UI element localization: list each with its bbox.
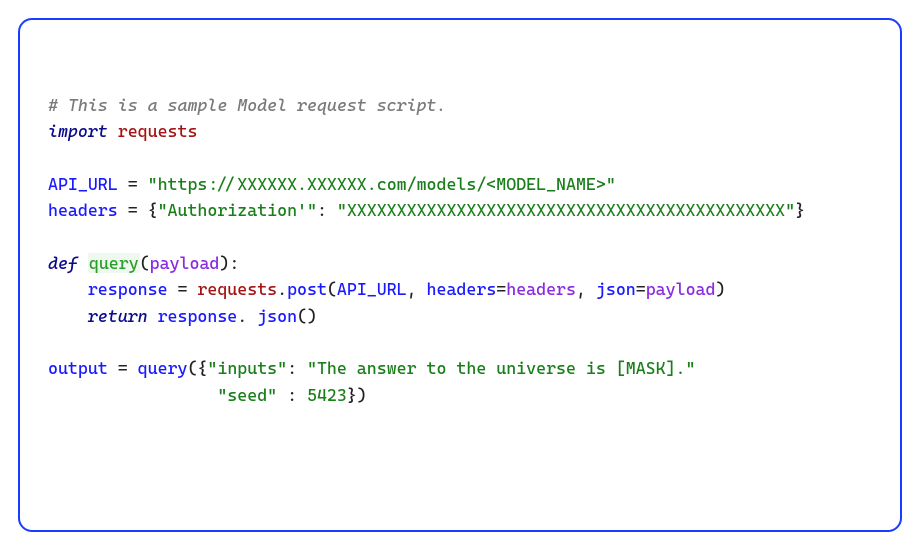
kw-json: json [596,279,636,299]
arg-apiurl: API_URL [337,279,407,299]
json-call: json [247,306,297,326]
code-line-output: output = query({"inputs": "The answer to… [48,355,872,381]
code-line-return: return response. json() [48,303,872,329]
response-var: response [88,279,168,299]
headers-open: = { [118,200,158,220]
code-line-response: response = requests.post(API_URL, header… [48,276,872,302]
headers-val: "XXXXXXXXXXXXXXXXXXXXXXXXXXXXXXXXXXXXXXX… [337,200,795,220]
comma: , [576,279,596,299]
output-var: output [48,358,108,378]
fn-close-paren: ): [219,253,239,273]
code-line-import: import requests [48,118,872,144]
kw-eq: = [496,279,506,299]
post-open: ( [327,279,337,299]
requests-obj: requests [197,279,277,299]
eq-op: = [108,358,138,378]
seed-key: "seed" [217,385,277,405]
response-obj: response [158,306,238,326]
post-close: ) [715,279,725,299]
inputs-val: "The answer to the universe is [MASK]." [307,358,695,378]
indent [48,279,88,299]
query-close: }) [347,385,367,405]
code-panel: # This is a sample Model request script.… [18,18,902,532]
kw-eq: = [636,279,646,299]
code-line-comment: # This is a sample Model request script. [48,92,872,118]
def-keyword: def [48,253,78,273]
import-module: requests [118,121,198,141]
apiurl-var: API_URL [48,174,118,194]
code-line-headers: headers = {"Authorization'": "XXXXXXXXXX… [48,197,872,223]
function-name: query [88,253,140,273]
arg-payload: payload [646,279,716,299]
headers-close: } [795,200,805,220]
headers-var: headers [48,200,118,220]
headers-key: "Authorization'" [158,200,317,220]
code-line-def: def query(payload): [48,250,872,276]
apiurl-string: "https://XXXXXX.XXXXXX.com/models/<MODEL… [148,174,616,194]
fn-param: payload [150,253,220,273]
json-parens: () [297,306,317,326]
inputs-key: "inputs" [207,358,287,378]
return-space [148,306,158,326]
import-keyword: import [48,121,108,141]
comment-text: # This is a sample Model request script. [48,95,446,115]
query-call: query [138,358,188,378]
post-fn: post [287,279,327,299]
dot: . [277,279,287,299]
blank-line [48,145,872,171]
eq-op: = [168,279,198,299]
code-line-output-cont: "seed" : 5423}) [48,382,872,408]
blank-line [48,224,872,250]
return-keyword: return [88,306,148,326]
headers-colon: : [317,200,337,220]
eq-op: = [118,174,148,194]
code-line-apiurl: API_URL = "https://XXXXXX.XXXXXX.com/mod… [48,171,872,197]
dot: . [237,306,247,326]
seed-colon: : [277,385,307,405]
fn-open-paren: ( [140,253,150,273]
def-space [78,253,88,273]
comma: , [407,279,427,299]
indent [48,306,88,326]
cont-pad [48,385,217,405]
kw-headers: headers [427,279,497,299]
blank-line [48,329,872,355]
arg-headers: headers [506,279,576,299]
seed-val: 5423 [307,385,347,405]
inputs-colon: : [287,358,307,378]
query-open: ({ [187,358,207,378]
